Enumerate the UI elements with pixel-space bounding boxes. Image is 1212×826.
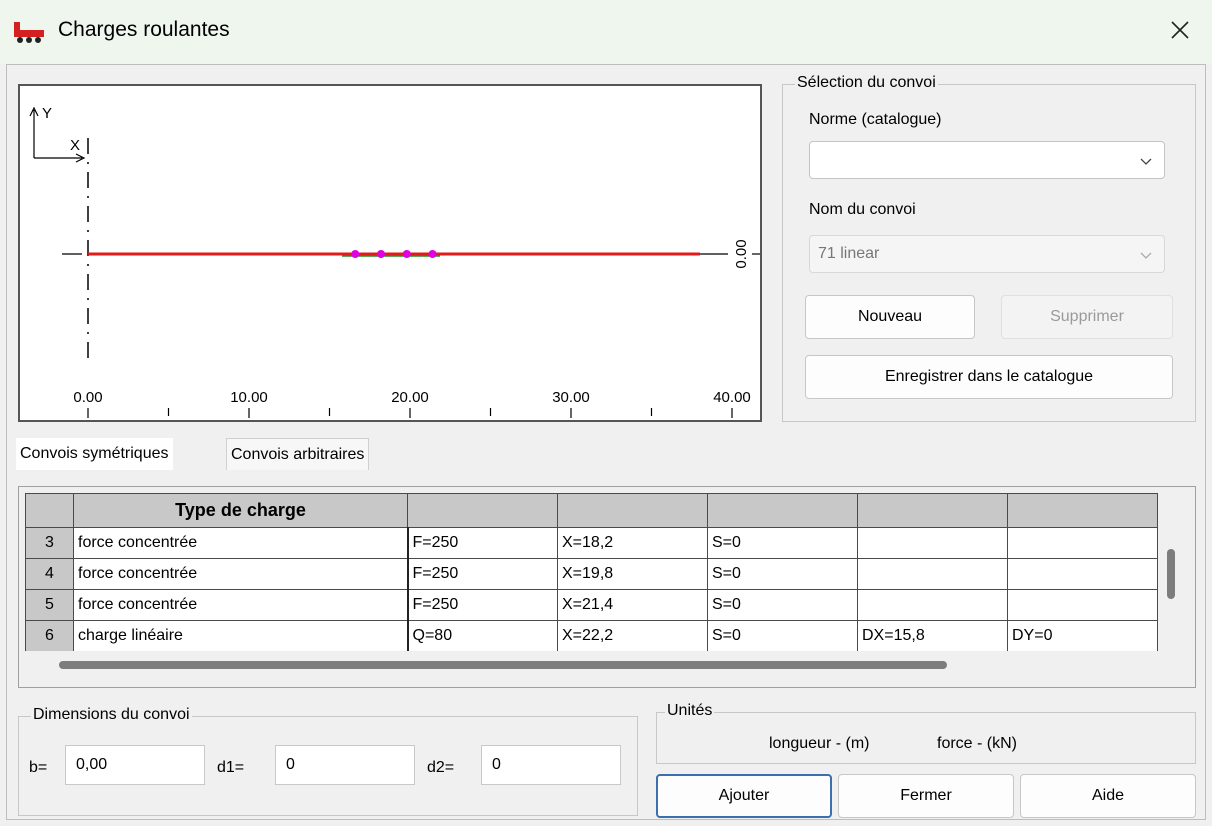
row-number: 5 xyxy=(25,589,74,621)
tab-arbitrary-convoys[interactable]: Convois arbitraires xyxy=(226,438,370,470)
x-tick-label: 10.00 xyxy=(230,389,268,406)
y-axis-arrow-icon xyxy=(29,106,39,158)
table-cell[interactable]: S=0 xyxy=(707,527,858,559)
load-table: Type de charge 3 force concentrée F=250 … xyxy=(25,493,1158,651)
load-point xyxy=(402,250,411,258)
b-input[interactable]: 0,00 xyxy=(65,745,205,785)
force-unit-text: force - (kN) xyxy=(937,735,1017,752)
table-cell[interactable] xyxy=(1007,589,1158,621)
norme-select[interactable] xyxy=(809,141,1165,179)
load-type-cell[interactable]: charge linéaire xyxy=(73,620,409,651)
table-cell[interactable]: S=0 xyxy=(707,589,858,621)
x-axis-arrow-icon xyxy=(34,153,86,163)
chevron-down-icon xyxy=(1140,154,1152,166)
column-header-6 xyxy=(857,493,1008,528)
x-tick-label: 30.00 xyxy=(552,389,590,406)
window-title: Charges roulantes xyxy=(58,18,230,41)
column-header-3 xyxy=(407,493,558,528)
rolling-load-icon xyxy=(12,20,46,44)
convoy-dimensions-group: Dimensions du convoi b= 0,00 d1= 0 d2= 0 xyxy=(18,706,638,816)
table-row[interactable]: 5 force concentrée F=250 X=21,4 S=0 xyxy=(25,589,1158,621)
load-point xyxy=(428,250,437,258)
load-point xyxy=(377,250,386,258)
table-row[interactable]: 6 charge linéaire Q=80 X=22,2 S=0 DX=15,… xyxy=(25,620,1158,651)
load-type-cell[interactable]: force concentrée xyxy=(73,558,409,590)
load-type-cell[interactable]: force concentrée xyxy=(73,527,409,559)
table-cell[interactable]: DX=15,8 xyxy=(857,620,1008,651)
chevron-down-icon xyxy=(1140,248,1152,260)
table-corner-cell xyxy=(25,493,74,528)
add-button[interactable]: Ajouter xyxy=(656,774,832,818)
nom-convoi-select[interactable]: 71 linear xyxy=(809,235,1165,273)
help-button[interactable]: Aide xyxy=(1020,774,1196,818)
units-legend: Unités xyxy=(665,702,715,720)
length-unit-text: longueur - (m) xyxy=(769,735,870,752)
right-value-label-group: 0.00 xyxy=(733,239,750,268)
close-icon xyxy=(1170,20,1190,44)
load-table-panel: Type de charge 3 force concentrée F=250 … xyxy=(18,486,1196,688)
table-cell[interactable] xyxy=(1007,527,1158,559)
row-number: 4 xyxy=(25,558,74,590)
row-number: 6 xyxy=(25,620,74,651)
close-button[interactable] xyxy=(1156,8,1204,56)
load-table-viewport: Type de charge 3 force concentrée F=250 … xyxy=(19,487,1169,651)
table-cell[interactable] xyxy=(1007,558,1158,590)
d1-input[interactable]: 0 xyxy=(275,745,415,785)
table-cell[interactable]: S=0 xyxy=(707,620,858,651)
horizontal-scrollbar[interactable] xyxy=(59,661,947,669)
table-header-row: Type de charge xyxy=(25,493,1158,528)
d1-label: d1= xyxy=(217,759,245,776)
table-cell[interactable] xyxy=(857,527,1008,559)
x-tick-label: 0.00 xyxy=(73,389,102,406)
convoy-preview: Y X 0.00 0.00 10.00 20.00 30.00 40.00 xyxy=(18,84,762,422)
table-cell[interactable]: F=250 xyxy=(407,558,558,590)
table-cell[interactable]: X=21,4 xyxy=(557,589,708,621)
tab-symmetric-convoys[interactable]: Convois symétriques xyxy=(16,438,173,470)
load-point xyxy=(351,250,360,258)
column-header-type: Type de charge xyxy=(73,493,408,528)
table-cell[interactable]: Q=80 xyxy=(407,620,558,651)
nom-convoi-label: Nom du convoi xyxy=(809,201,916,218)
y-axis-label: Y xyxy=(42,105,52,122)
convoy-selection-group: Sélection du convoi Norme (catalogue) No… xyxy=(782,74,1196,422)
column-header-5 xyxy=(707,493,858,528)
d2-label: d2= xyxy=(427,759,455,776)
new-convoy-button[interactable]: Nouveau xyxy=(805,295,975,339)
table-cell[interactable]: F=250 xyxy=(407,527,558,559)
b-label: b= xyxy=(29,759,48,776)
vertical-scrollbar[interactable] xyxy=(1167,549,1175,599)
units-group: Unités longueur - (m) force - (kN) xyxy=(656,702,1196,764)
table-cell[interactable]: X=22,2 xyxy=(557,620,708,651)
row-number: 3 xyxy=(25,527,74,559)
x-ruler: 0.00 10.00 20.00 30.00 40.00 xyxy=(73,389,751,418)
d2-input[interactable]: 0 xyxy=(481,745,621,785)
table-row[interactable]: 4 force concentrée F=250 X=19,8 S=0 xyxy=(25,558,1158,590)
column-header-4 xyxy=(557,493,708,528)
title-bar: Charges roulantes xyxy=(0,0,1212,64)
table-row[interactable]: 3 force concentrée F=250 X=18,2 S=0 xyxy=(25,527,1158,559)
x-tick-label: 40.00 xyxy=(713,389,751,406)
table-cell[interactable] xyxy=(857,558,1008,590)
convoy-selection-legend: Sélection du convoi xyxy=(795,74,938,92)
right-value-label: 0.00 xyxy=(733,239,750,268)
table-cell[interactable]: S=0 xyxy=(707,558,858,590)
dimensions-legend: Dimensions du convoi xyxy=(31,706,192,724)
table-cell[interactable]: DY=0 xyxy=(1007,620,1158,651)
column-header-7 xyxy=(1007,493,1158,528)
x-axis-label: X xyxy=(70,137,80,154)
close-dialog-button[interactable]: Fermer xyxy=(838,774,1014,818)
delete-convoy-button[interactable]: Supprimer xyxy=(1001,295,1173,339)
table-cell[interactable] xyxy=(857,589,1008,621)
save-to-catalog-button[interactable]: Enregistrer dans le catalogue xyxy=(805,355,1173,399)
x-tick-label: 20.00 xyxy=(391,389,429,406)
preview-drawing: Y X 0.00 0.00 10.00 20.00 30.00 40.00 xyxy=(29,105,760,418)
nom-convoi-value: 71 linear xyxy=(818,245,880,262)
table-cell[interactable]: F=250 xyxy=(407,589,558,621)
table-cell[interactable]: X=18,2 xyxy=(557,527,708,559)
load-type-cell[interactable]: force concentrée xyxy=(73,589,409,621)
table-cell[interactable]: X=19,8 xyxy=(557,558,708,590)
norme-label: Norme (catalogue) xyxy=(809,111,942,128)
